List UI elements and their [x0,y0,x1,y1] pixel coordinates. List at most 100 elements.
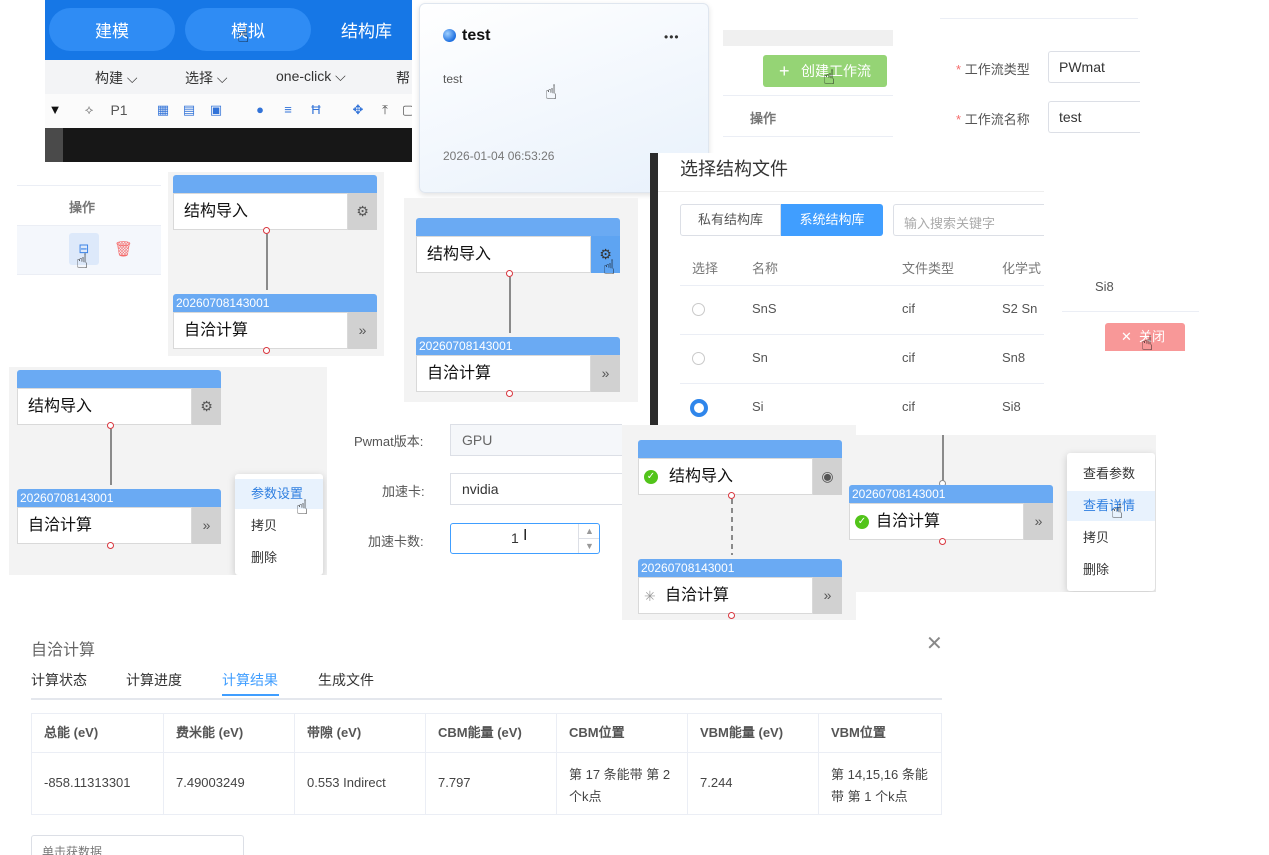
import-node[interactable]: 结构导入 [416,236,591,273]
import-node[interactable]: 结构导入 [173,193,348,230]
stepper-up-icon[interactable]: ▲ [578,524,599,539]
export-icon[interactable]: ⤒ [377,102,393,118]
output-port[interactable] [107,422,114,429]
output-port[interactable] [728,612,735,619]
calc-node[interactable]: 自洽计算 [173,312,348,349]
double-chevron-icon[interactable]: » [813,577,842,614]
menu-item-view-params[interactable]: 查看参数 [1067,459,1155,489]
output-port[interactable] [263,227,270,234]
workflow-title: test [462,27,491,44]
menu-help[interactable]: 帮 [396,68,410,88]
p1-label[interactable]: P1 [107,102,131,118]
double-chevron-icon[interactable]: » [591,355,620,392]
symmetry-icon[interactable]: ⟡ [81,102,97,118]
stepper-down-icon[interactable]: ▼ [578,539,599,553]
table-header: 选择 名称 文件类型 化学式 [680,245,1044,286]
calc-node[interactable]: 自洽计算 [17,507,192,544]
ops-header: 操作 [69,200,96,215]
table-row[interactable]: Sn cif Sn8 [680,335,1044,384]
pwmat-version-select[interactable]: GPU [450,424,622,456]
connector-line [942,435,944,481]
output-port[interactable] [107,542,114,549]
tab-system-library[interactable]: 系统结构库 [781,204,883,236]
output-port[interactable] [263,347,270,354]
hand-cursor-icon: ☝ [545,82,558,104]
hand-cursor-icon: ☝ [603,257,616,279]
accel-card-input[interactable]: nvidia [450,473,622,505]
atom-add-icon[interactable]: ● [252,102,268,118]
measure-icon[interactable]: Ħ [308,102,324,118]
table-header-cell: CBM位置 [557,714,688,752]
workflow-name-input[interactable]: test [1048,101,1140,133]
caret-down-icon[interactable]: ▼ [47,102,63,118]
hand-cursor-icon: ☝ [237,25,250,47]
partial-select[interactable]: 单击获数据 [31,835,244,855]
calc-node-header: 20260708143001 [17,489,221,507]
menu-select[interactable]: 选择 ⌵ [185,68,228,88]
nav-modeling-button[interactable]: 建模 [49,8,175,51]
eye-icon[interactable]: ◉ [813,458,842,495]
output-port[interactable] [506,270,513,277]
camera-icon[interactable]: ▢ [400,102,412,118]
accel-count-stepper[interactable]: 1 I ▲ ▼ [450,523,600,554]
import-node-header [638,440,842,458]
double-chevron-icon[interactable]: » [192,507,221,544]
double-chevron-icon[interactable]: » [1024,503,1053,540]
connector-line [110,429,112,485]
output-port[interactable] [506,390,513,397]
nav-structure-library-button[interactable]: 结构库 [341,8,412,51]
rotate-icon[interactable]: ✥ [350,102,366,118]
loading-spinner-icon: ✳ [644,588,656,604]
import-node[interactable]: 结构导入 [17,388,192,425]
workflow-type-input[interactable]: PWmat [1048,51,1140,83]
tab-calc-status[interactable]: 计算状态 [31,670,87,690]
gear-icon[interactable]: ⚙ [348,193,377,230]
bond-icon[interactable]: ≡ [280,102,296,118]
tab-private-library[interactable]: 私有结构库 [680,204,781,236]
trash-icon[interactable]: 🗑 [114,240,133,258]
node-context-menu: 参数设置 拷贝 删除 [235,474,323,575]
chevron-down-icon: ⌵ [126,70,138,86]
pwmat-version-label: Pwmat版本: [354,434,424,449]
row-radio-selected[interactable] [690,399,708,417]
tab-calc-progress[interactable]: 计算进度 [126,670,182,690]
tab-calc-results[interactable]: 计算结果 [222,670,278,690]
workflow-graph-c: 结构导入 ⚙ 20260708143001 自洽计算 » 参数设置 拷贝 删除 [9,367,327,575]
calc-node[interactable]: 自洽计算 [849,503,1024,540]
close-icon[interactable]: ✕ [926,634,943,654]
tab-generated-files[interactable]: 生成文件 [318,670,374,690]
cell-icon[interactable]: ▦ [155,102,171,118]
more-icon[interactable]: ••• [664,30,680,44]
table-cell: 7.49003249 [164,752,295,814]
calc-node[interactable]: 自洽计算 [638,577,813,614]
output-port[interactable] [939,538,946,545]
supercell-icon[interactable]: ▣ [208,102,224,118]
gear-icon[interactable]: ⚙ [192,388,221,425]
calc-node-header: 20260708143001 [416,337,620,355]
import-node-header [416,218,620,236]
table-header-cell: 费米能 (eV) [164,714,295,752]
plus-icon: + [779,61,790,81]
menu-item-params[interactable]: 参数设置 [235,479,323,509]
double-chevron-icon[interactable]: » [348,312,377,349]
import-node[interactable]: 结构导入 [638,458,813,495]
close-icon: ✕ [1121,329,1132,344]
table-cell: 0.553 Indirect [295,752,426,814]
menu-build[interactable]: 构建 ⌵ [95,68,138,88]
menu-item-delete[interactable]: 删除 [1067,555,1155,585]
table-row[interactable]: SnS cif S2 Sn [680,286,1044,335]
output-port[interactable] [728,492,735,499]
import-node-header [173,175,377,193]
menu-one-click[interactable]: one-click ⌵ [276,68,346,85]
table-header-cell: CBM能量 (eV) [426,714,557,752]
table-cell: 第 14,15,16 条能带 第 1 个k点 [831,767,928,804]
calc-node[interactable]: 自洽计算 [416,355,591,392]
row-radio[interactable] [692,303,705,316]
menu-item-copy[interactable]: 拷贝 [235,511,323,541]
formula-cell: Si8 [1095,279,1114,294]
menu-item-copy[interactable]: 拷贝 [1067,523,1155,553]
menu-item-delete[interactable]: 删除 [235,543,323,573]
row-radio[interactable] [692,352,705,365]
structure-search-input[interactable]: 输入搜索关键字 [893,204,1044,236]
cell-add-icon[interactable]: ▤ [181,102,197,118]
